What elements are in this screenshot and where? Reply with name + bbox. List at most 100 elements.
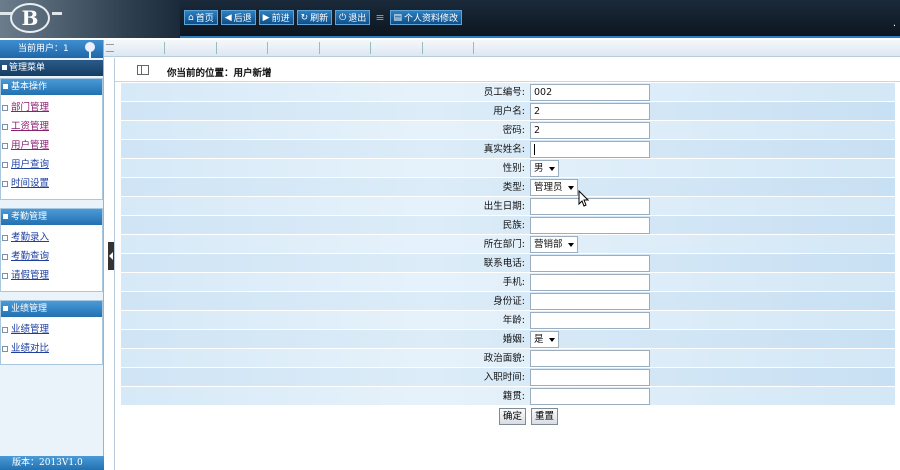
form-input[interactable] xyxy=(530,198,650,215)
tab-strip xyxy=(104,40,900,57)
sidebar-menu-item[interactable]: 业绩对比 xyxy=(1,339,102,358)
form-field-label: 婚姻: xyxy=(502,334,525,345)
form-row: 类型: 管理员 xyxy=(121,178,895,197)
form-field-label: 真实姓名: xyxy=(483,144,525,155)
menu-group-header[interactable]: 业绩管理 xyxy=(1,301,102,317)
sidebar-menu-item[interactable]: 时间设置 xyxy=(1,174,102,193)
toolbar-button-1[interactable]: ◀ 后退 xyxy=(220,10,256,25)
form-input[interactable]: 002 xyxy=(530,84,650,101)
submit-button[interactable]: 确定 xyxy=(499,408,527,425)
sidebar-menu-item[interactable]: 用户管理 xyxy=(1,136,102,155)
form-field-label: 类型: xyxy=(502,182,525,193)
form-input[interactable] xyxy=(530,350,650,367)
home-icon: ⌂ xyxy=(188,12,194,23)
toolbar: ⌂ 首页 ◀ 后退 ▶ 前进 ↻ 刷新 ⏻ 退出 ≡ ▤ 个人资料修改 xyxy=(184,10,463,25)
menu-group: 考勤管理考勤录入考勤查询请假管理 xyxy=(0,208,103,292)
menu-group-header[interactable]: 基本操作 xyxy=(1,79,102,95)
menu-item-box-icon xyxy=(2,123,8,130)
sidebar-menu-item[interactable]: 用户查询 xyxy=(1,155,102,174)
menu-group-title: 考勤管理 xyxy=(11,212,48,222)
form-field-label: 身份证: xyxy=(493,296,525,307)
power-icon: ⏻ xyxy=(339,12,347,23)
form-input[interactable]: 2 xyxy=(530,103,650,120)
breadcrumb-text: 你当前的位置：用户新增 xyxy=(167,68,272,79)
sidebar-menu-item[interactable]: 请假管理 xyxy=(1,266,102,285)
pin-icon[interactable] xyxy=(85,42,95,59)
menu-item-label: 部门管理 xyxy=(11,102,50,113)
form-input[interactable] xyxy=(530,217,650,234)
reset-button[interactable]: 重置 xyxy=(531,408,559,425)
sidebar-menu-item[interactable]: 部门管理 xyxy=(1,98,102,117)
profile-icon: ▤ xyxy=(393,12,403,23)
form-input[interactable]: 2 xyxy=(530,122,650,139)
menu-item-label: 时间设置 xyxy=(11,178,50,189)
form-input[interactable] xyxy=(530,274,650,291)
menu-item-box-icon xyxy=(2,326,8,333)
logo-wing-right xyxy=(52,12,62,15)
form-input[interactable] xyxy=(530,141,650,158)
menu-group-items: 考勤录入考勤查询请假管理 xyxy=(1,225,102,291)
menu-group-header[interactable]: 考勤管理 xyxy=(1,209,102,225)
form-field-label: 籍贯: xyxy=(502,391,525,402)
form-select[interactable]: 男 xyxy=(530,160,559,177)
form-select[interactable]: 营销部 xyxy=(530,236,578,253)
form-field-label: 所在部门: xyxy=(483,239,525,250)
form-rows: 员工编号: 002 用户名: 2 密码: 2 真实姓名: 性别: 男类型: 管理员 出生日期: 民族:… xyxy=(121,83,895,406)
menu-item-label: 考勤录入 xyxy=(11,232,50,243)
sidebar-menu-item[interactable]: 考勤查询 xyxy=(1,247,102,266)
form-field-label: 政治面貌: xyxy=(483,353,525,364)
menu-group-items: 部门管理工资管理用户管理用户查询时间设置 xyxy=(1,95,102,199)
menu-item-label: 考勤查询 xyxy=(11,251,50,262)
menu-title-icon xyxy=(2,65,7,70)
menu-item-box-icon xyxy=(2,161,8,168)
form-select[interactable]: 是 xyxy=(530,331,559,348)
forward-arrow-icon: ▶ xyxy=(262,12,270,23)
version-label: 版本：2013V1.0 xyxy=(0,456,104,470)
user-form: 员工编号: 002 用户名: 2 密码: 2 真实姓名: 性别: 男类型: 管理员 出生日期: 民族:… xyxy=(121,83,895,428)
toolbar-button-4[interactable]: ⏻ 退出 xyxy=(335,10,371,25)
form-row: 真实姓名: xyxy=(121,140,895,159)
menu-item-box-icon xyxy=(2,104,8,111)
group-square-icon xyxy=(3,306,8,311)
sidebar-menu-item[interactable]: 业绩管理 xyxy=(1,320,102,339)
sidebar-menu-item[interactable]: 考勤录入 xyxy=(1,228,102,247)
menu-item-box-icon xyxy=(2,253,8,260)
grip-icon[interactable] xyxy=(106,44,114,52)
form-field-label: 联系电话: xyxy=(483,258,525,269)
menu-item-label: 业绩对比 xyxy=(11,343,50,354)
form-row: 所在部门: 营销部 xyxy=(121,235,895,254)
form-input[interactable] xyxy=(530,293,650,310)
form-field-label: 出生日期: xyxy=(483,201,525,212)
current-user-label: 当前用户：1 xyxy=(18,44,69,54)
form-input[interactable] xyxy=(530,312,650,329)
menu-group: 基本操作部门管理工资管理用户管理用户查询时间设置 xyxy=(0,78,103,200)
sidebar: 当前用户：1 管理菜单 基本操作部门管理工资管理用户管理用户查询时间设置考勤管理… xyxy=(0,40,104,470)
toolbar-button-label: 退出 xyxy=(348,14,367,24)
toolbar-separator: ≡ xyxy=(375,11,385,24)
profile-edit-button[interactable]: ▤ 个人资料修改 xyxy=(389,10,463,25)
form-field-label: 密码: xyxy=(502,125,525,136)
form-input[interactable] xyxy=(530,369,650,386)
form-select[interactable]: 管理员 xyxy=(530,179,578,196)
form-field-label: 年龄: xyxy=(502,315,525,326)
cursor-arrow-icon xyxy=(578,190,589,207)
form-row: 政治面貌: xyxy=(121,349,895,368)
toolbar-button-3[interactable]: ↻ 刷新 xyxy=(296,10,333,25)
logo-badge: B xyxy=(10,3,50,33)
menu-item-label: 用户管理 xyxy=(11,140,50,151)
form-field-label: 用户名: xyxy=(493,106,525,117)
form-row: 联系电话: xyxy=(121,254,895,273)
form-field-label: 员工编号: xyxy=(483,87,525,98)
toolbar-button-2[interactable]: ▶ 前进 xyxy=(258,10,294,25)
menu-item-box-icon xyxy=(2,272,8,279)
menu-group-title: 基本操作 xyxy=(11,82,48,92)
menu-title-label: 管理菜单 xyxy=(9,63,46,73)
form-input[interactable] xyxy=(530,388,650,405)
toolbar-button-0[interactable]: ⌂ 首页 xyxy=(184,10,218,25)
sidebar-menu-item[interactable]: 工资管理 xyxy=(1,117,102,136)
toolbar-button-label: 前进 xyxy=(271,14,290,24)
corner-mark: . xyxy=(892,18,896,29)
current-user-bar: 当前用户：1 xyxy=(0,40,103,59)
menu-item-label: 业绩管理 xyxy=(11,324,50,335)
form-input[interactable] xyxy=(530,255,650,272)
